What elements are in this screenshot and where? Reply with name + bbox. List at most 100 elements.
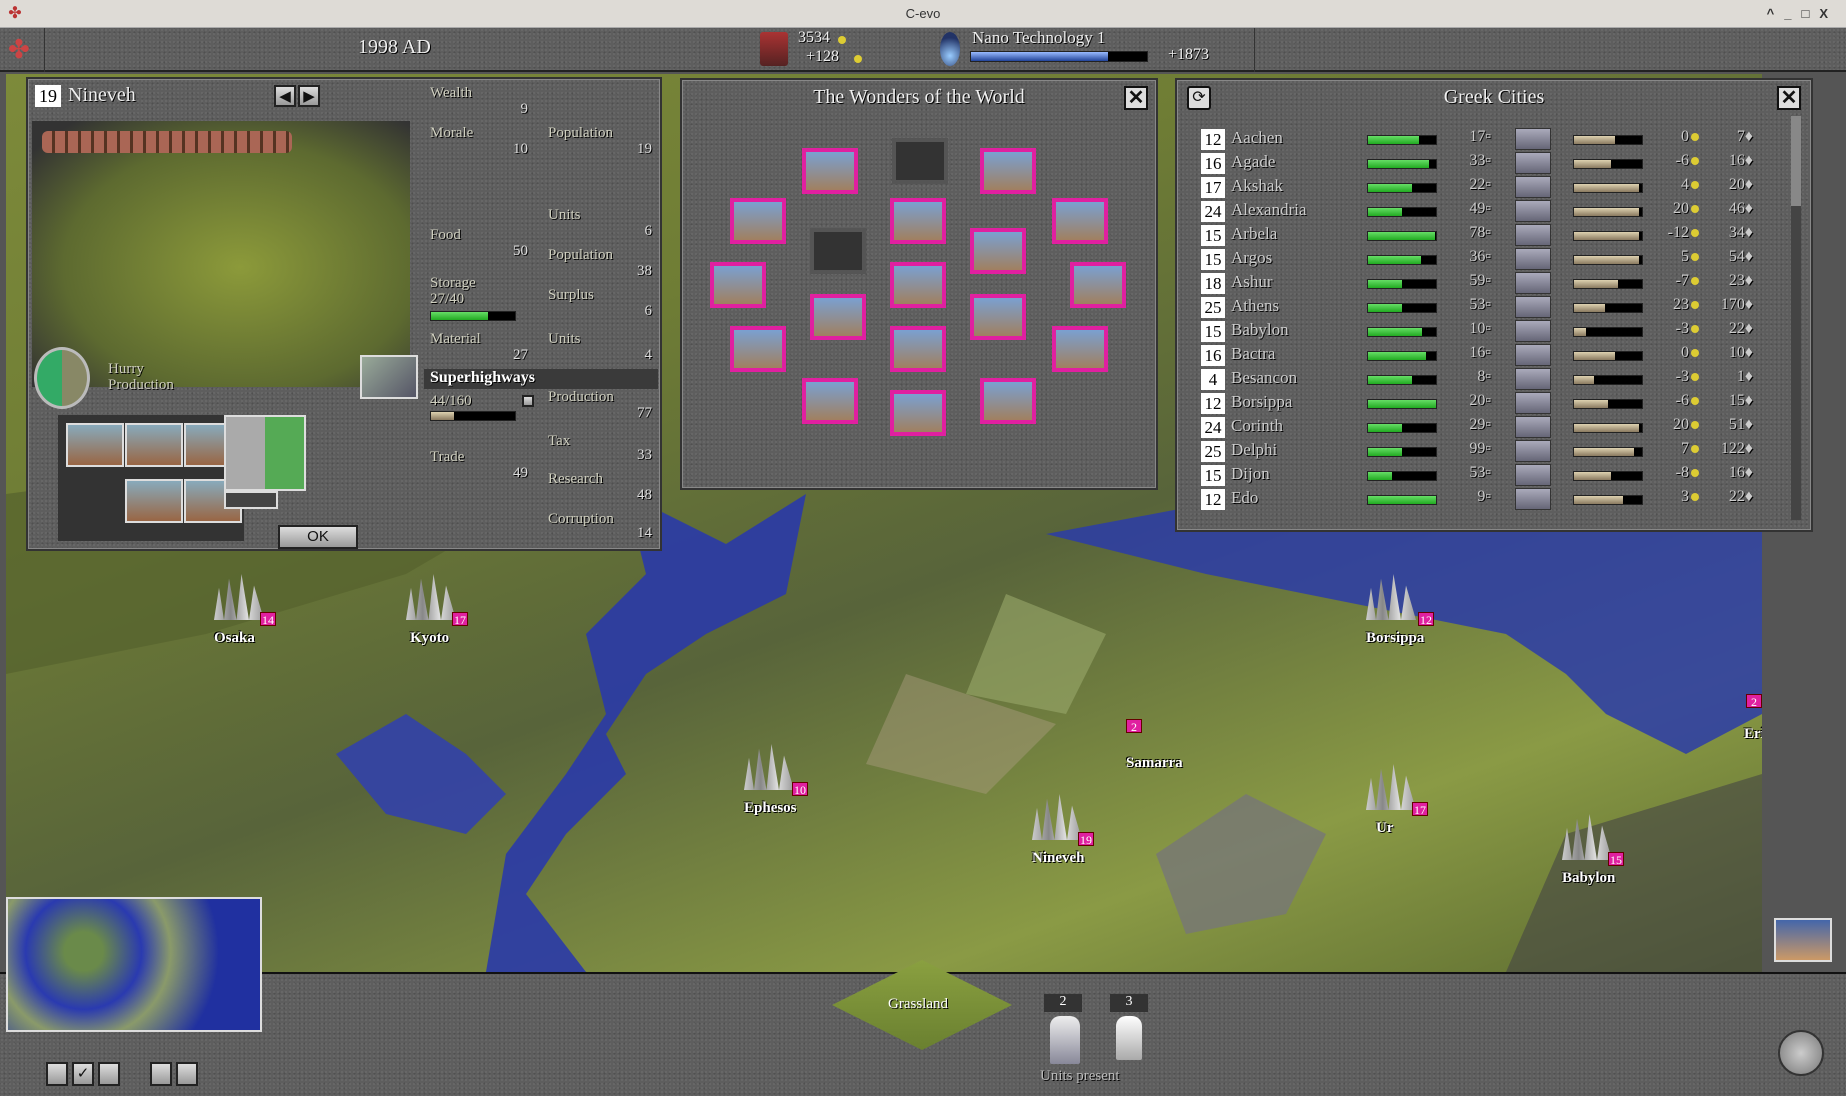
city-name[interactable]: Delphi bbox=[1231, 440, 1277, 460]
material-value: 27 bbox=[513, 347, 528, 363]
treasury-value: 3534 bbox=[798, 29, 830, 46]
city-list-row[interactable]: 17 Akshak 22▫ 4 20♦ bbox=[1195, 176, 1775, 200]
city-name[interactable]: Corinth bbox=[1231, 416, 1283, 436]
city-name[interactable]: Athens bbox=[1231, 296, 1279, 316]
wonder-tile[interactable] bbox=[810, 294, 866, 340]
city-list-row[interactable]: 25 Delphi 99▫ 7 122♦ bbox=[1195, 440, 1775, 464]
city-tile-map[interactable] bbox=[224, 415, 306, 491]
close-wonders-button[interactable]: ✕ bbox=[1124, 86, 1148, 110]
building-library[interactable] bbox=[125, 423, 183, 467]
building-mass-transit[interactable] bbox=[125, 479, 183, 523]
wonder-tile[interactable] bbox=[802, 378, 858, 424]
city-list-row[interactable]: 15 Arbela 78▫ -12 34♦ bbox=[1195, 224, 1775, 248]
city-list-row[interactable]: 4 Besancon 8▫ -3 1♦ bbox=[1195, 368, 1775, 392]
city-name[interactable]: Aachen bbox=[1231, 128, 1283, 148]
close-cities-button[interactable]: ✕ bbox=[1777, 86, 1801, 110]
city-name[interactable]: Alexandria bbox=[1231, 200, 1307, 220]
project-image[interactable] bbox=[360, 355, 418, 399]
treasury-change: +128 bbox=[806, 48, 840, 65]
treasury-icon[interactable] bbox=[760, 32, 788, 66]
shade-button[interactable]: ^ bbox=[1767, 6, 1785, 21]
menu-icon[interactable]: ✤ bbox=[8, 34, 38, 66]
close-button[interactable]: X bbox=[1819, 6, 1838, 21]
wonder-tile[interactable] bbox=[892, 138, 948, 184]
city-name[interactable]: Agade bbox=[1231, 152, 1275, 172]
next-city-button[interactable]: ▶ bbox=[298, 85, 320, 107]
storage-value: 22▫ bbox=[1469, 176, 1491, 193]
unit-scientist-icon[interactable] bbox=[1116, 1016, 1142, 1060]
ok-button[interactable]: OK bbox=[278, 525, 358, 549]
wonder-tile[interactable] bbox=[1052, 198, 1108, 244]
hurry-label-2[interactable]: Production bbox=[108, 377, 174, 394]
city-list-row[interactable]: 24 Alexandria 49▫ 20 46♦ bbox=[1195, 200, 1775, 224]
current-project[interactable]: Superhighways bbox=[424, 369, 658, 389]
wonder-tile[interactable] bbox=[890, 326, 946, 372]
science-value: 23♦ bbox=[1728, 272, 1753, 289]
end-turn-button[interactable] bbox=[1778, 1030, 1824, 1076]
wonder-tile[interactable] bbox=[890, 198, 946, 244]
city-list-row[interactable]: 24 Corinth 29▫ 20 51♦ bbox=[1195, 416, 1775, 440]
city-name[interactable]: Ashur bbox=[1231, 272, 1273, 292]
city-list-row[interactable]: 15 Babylon 10▫ -3 22♦ bbox=[1195, 320, 1775, 344]
wonder-tile[interactable] bbox=[730, 326, 786, 372]
city-list-row[interactable]: 16 Bactra 16▫ 0 10♦ bbox=[1195, 344, 1775, 368]
storage-value: 53▫ bbox=[1469, 464, 1491, 481]
research-icon[interactable] bbox=[940, 32, 960, 66]
city-name[interactable]: Bactra bbox=[1231, 344, 1275, 364]
city-name[interactable]: Akshak bbox=[1231, 176, 1283, 196]
science-value: 51♦ bbox=[1728, 416, 1753, 433]
wealth-label: Wealth bbox=[430, 85, 473, 101]
wonder-tile[interactable] bbox=[970, 294, 1026, 340]
wonder-tile[interactable] bbox=[970, 228, 1026, 274]
city-list-row[interactable]: 12 Borsippa 20▫ -6 15♦ bbox=[1195, 392, 1775, 416]
wonder-tile[interactable] bbox=[890, 262, 946, 308]
minimize-button[interactable]: _ bbox=[1784, 6, 1801, 21]
city-list-row[interactable]: 12 Aachen 17▫ 0 7♦ bbox=[1195, 128, 1775, 152]
map-option-button[interactable] bbox=[150, 1062, 172, 1086]
previous-city-button[interactable]: ◀ bbox=[274, 85, 296, 107]
unit-engineer-icon[interactable] bbox=[1050, 1016, 1080, 1064]
wonder-tile[interactable] bbox=[810, 228, 866, 274]
city-radius-map[interactable] bbox=[32, 121, 410, 387]
city-name[interactable]: Arbela bbox=[1231, 224, 1277, 244]
city-name[interactable]: Besancon bbox=[1231, 368, 1297, 388]
palace-icon[interactable] bbox=[1774, 918, 1832, 962]
city-list-row[interactable]: 25 Athens 53▫ 23 170♦ bbox=[1195, 296, 1775, 320]
building-castle[interactable] bbox=[66, 423, 124, 467]
city-name[interactable]: Borsippa bbox=[1231, 392, 1292, 412]
hurry-production-icon[interactable] bbox=[34, 347, 90, 409]
food-bar bbox=[1367, 399, 1437, 409]
hurry-label[interactable]: Hurry bbox=[108, 361, 144, 378]
minimap[interactable] bbox=[6, 897, 262, 1032]
science-value: 20♦ bbox=[1728, 176, 1753, 193]
city-name[interactable]: Dijon bbox=[1231, 464, 1270, 484]
city-list-row[interactable]: 16 Agade 33▫ -6 16♦ bbox=[1195, 152, 1775, 176]
wonder-tile[interactable] bbox=[980, 378, 1036, 424]
map-option-button[interactable] bbox=[176, 1062, 198, 1086]
cities-scrollbar[interactable] bbox=[1791, 116, 1801, 520]
wonder-tile[interactable] bbox=[710, 262, 766, 308]
wonder-tile[interactable] bbox=[890, 390, 946, 436]
city-name[interactable]: Edo bbox=[1231, 488, 1258, 508]
map-option-button[interactable] bbox=[98, 1062, 120, 1086]
food-bar bbox=[1367, 375, 1437, 385]
city-name[interactable]: Babylon bbox=[1231, 320, 1289, 340]
city-list-row[interactable]: 12 Edo 9▫ 3 22♦ bbox=[1195, 488, 1775, 512]
wonder-tile[interactable] bbox=[1052, 326, 1108, 372]
maximize-button[interactable]: □ bbox=[1801, 6, 1819, 21]
map-option-button[interactable] bbox=[46, 1062, 68, 1086]
map-option-button[interactable]: ✓ bbox=[72, 1062, 94, 1086]
city-list-row[interactable]: 15 Argos 36▫ 5 54♦ bbox=[1195, 248, 1775, 272]
city-name[interactable]: Argos bbox=[1231, 248, 1272, 268]
change-project-button[interactable] bbox=[522, 395, 534, 407]
city-list-row[interactable]: 18 Ashur 59▫ -7 23♦ bbox=[1195, 272, 1775, 296]
wonder-tile[interactable] bbox=[730, 198, 786, 244]
citizens-row[interactable] bbox=[42, 131, 292, 153]
material-units-label: Units bbox=[548, 331, 581, 347]
wonder-tile[interactable] bbox=[1070, 262, 1126, 308]
wonder-tile[interactable] bbox=[802, 148, 858, 194]
city-list-row[interactable]: 15 Dijon 53▫ -8 16♦ bbox=[1195, 464, 1775, 488]
food-bar bbox=[1367, 279, 1437, 289]
city-name: Nineveh bbox=[68, 84, 136, 106]
wonder-tile[interactable] bbox=[980, 148, 1036, 194]
